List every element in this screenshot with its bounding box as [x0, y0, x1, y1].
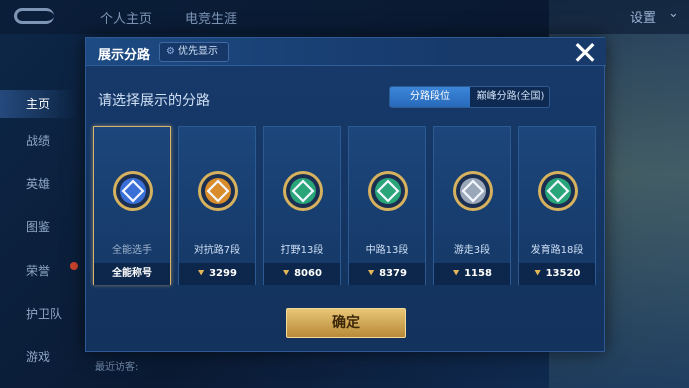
lane-emblem-icon	[368, 171, 408, 211]
confirm-button[interactable]: 确定	[286, 308, 406, 338]
lane-card[interactable]: 游走3段 ⯆ 1158	[433, 126, 511, 285]
sidebar-item-codex[interactable]: 图鉴	[0, 218, 78, 235]
lane-footer-value: 全能称号	[112, 268, 152, 279]
lane-points: ⯆ 3299	[179, 263, 255, 285]
close-icon[interactable]: ✕	[567, 36, 603, 70]
lane-name: 发育路18段	[530, 245, 584, 256]
lane-name: 对抗路7段	[193, 245, 241, 256]
lane-name: 游走3段	[453, 245, 491, 256]
points-icon: ⯆	[282, 268, 291, 279]
priority-display-label: 优先显示	[177, 46, 218, 57]
lane-footer-value: 13520	[545, 268, 581, 279]
tab-peak-lane[interactable]: 巅峰分路(全国)	[470, 87, 549, 107]
lane-points: ⯆ 8379	[349, 263, 425, 285]
tab-esports-career[interactable]: 电竞生涯	[185, 8, 237, 27]
lane-name: 中路13段	[365, 245, 409, 256]
lane-footer-value: 3299	[209, 268, 237, 279]
lane-footer-value: 1158	[464, 268, 492, 279]
notification-dot	[70, 262, 78, 270]
top-bar: 个人主页 电竞生涯 设置 ⌄	[0, 0, 689, 34]
lane-points: ⯆ 1158	[434, 263, 510, 285]
title-label: 全能称号	[94, 263, 170, 285]
side-navigation: 主页 战绩 英雄 图鉴 荣誉 护卫队 游戏 社交	[0, 40, 78, 388]
lane-card[interactable]: 全能选手 全能称号	[93, 126, 171, 285]
settings-button[interactable]: 设置	[630, 7, 656, 26]
sidebar-item-home[interactable]: 主页	[0, 90, 78, 118]
back-icon[interactable]	[14, 8, 54, 24]
points-icon: ⯆	[367, 268, 376, 279]
recent-visitors-label: 最近访客:	[95, 362, 139, 373]
lane-emblem-icon	[113, 171, 153, 211]
lane-name: 打野13段	[280, 245, 324, 256]
tab-profile[interactable]: 个人主页	[100, 8, 152, 27]
lane-points: ⯆ 13520	[519, 263, 595, 285]
lane-emblem-icon	[453, 171, 493, 211]
points-icon: ⯆	[452, 268, 461, 279]
points-icon: ⯆	[197, 268, 206, 279]
lane-footer-value: 8060	[294, 268, 322, 279]
lane-emblem-icon	[538, 171, 578, 211]
lane-emblem-icon	[198, 171, 238, 211]
sidebar-item-games[interactable]: 游戏	[0, 348, 78, 365]
sidebar-item-honor[interactable]: 荣誉	[0, 262, 78, 279]
points-icon: ⯆	[533, 268, 542, 279]
lane-display-dialog: 展示分路 ⚙ 优先显示 ✕ 请选择展示的分路 分路段位 巅峰分路(全国) 全能选手…	[85, 36, 606, 352]
lane-card[interactable]: 对抗路7段 ⯆ 3299	[178, 126, 256, 285]
dialog-header: 展示分路 ⚙ 优先显示	[86, 38, 606, 66]
lane-name: 全能选手	[112, 245, 152, 256]
lane-points: ⯆ 8060	[264, 263, 340, 285]
lane-card[interactable]: 中路13段 ⯆ 8379	[348, 126, 426, 285]
gear-icon: ⚙	[166, 46, 175, 57]
dialog-prompt: 请选择展示的分路	[98, 93, 210, 109]
sidebar-item-records[interactable]: 战绩	[0, 132, 78, 149]
dialog-title: 展示分路	[98, 48, 151, 63]
sidebar-item-guard[interactable]: 护卫队	[0, 305, 78, 322]
sidebar-item-heroes[interactable]: 英雄	[0, 175, 78, 192]
lane-card[interactable]: 发育路18段 ⯆ 13520	[518, 126, 596, 285]
chevron-down-icon[interactable]: ⌄	[668, 6, 679, 21]
tab-lane-rank[interactable]: 分路段位	[390, 87, 470, 107]
lane-emblem-icon	[283, 171, 323, 211]
lane-footer-value: 8379	[379, 268, 407, 279]
lane-card[interactable]: 打野13段 ⯆ 8060	[263, 126, 341, 285]
lane-type-toggle: 分路段位 巅峰分路(全国)	[389, 86, 550, 108]
priority-display-button[interactable]: ⚙ 优先显示	[159, 42, 229, 62]
